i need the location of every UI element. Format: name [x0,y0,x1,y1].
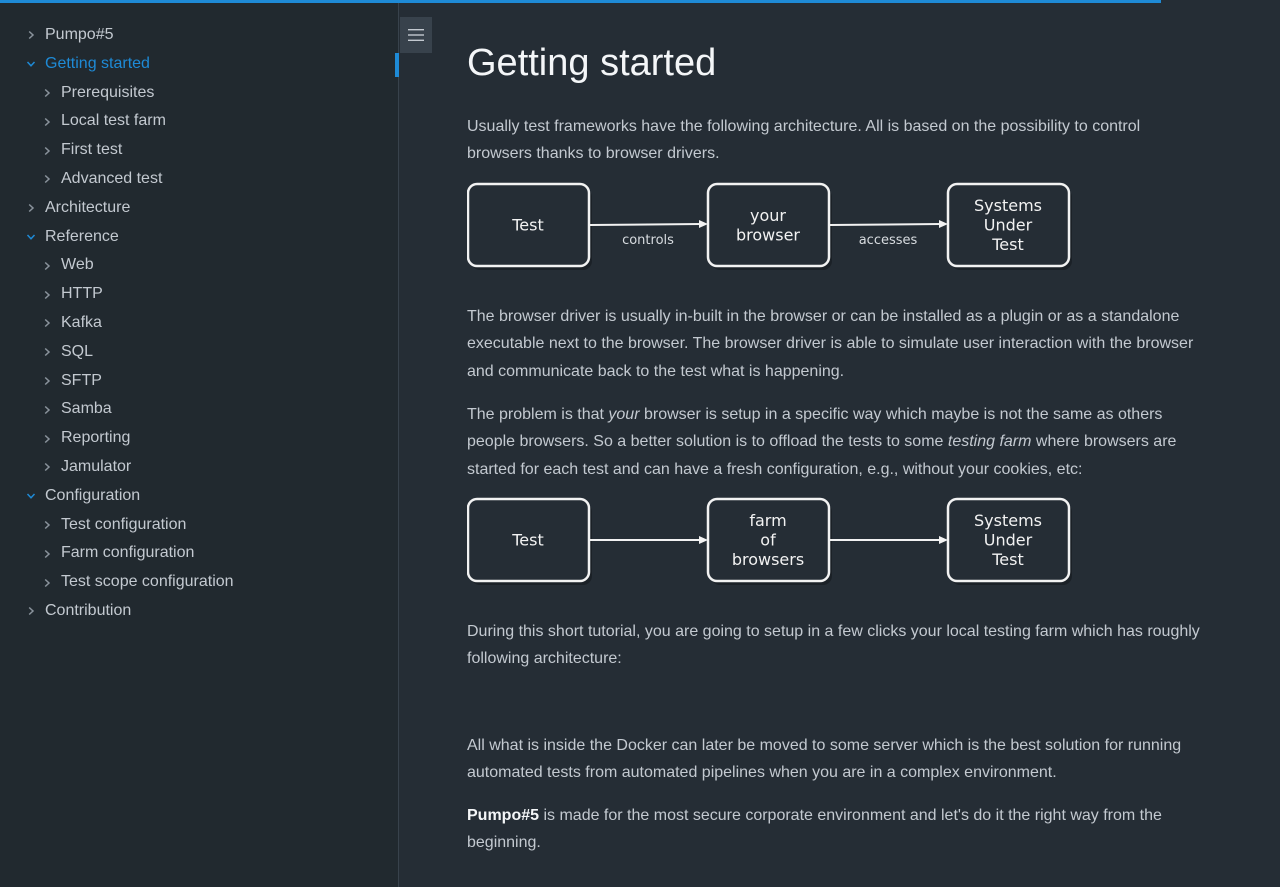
chevron-right-icon[interactable] [40,367,54,396]
chevron-right-icon[interactable] [40,338,54,367]
sidebar-item-pumpo-5[interactable]: Pumpo#5 [0,21,398,50]
diagram-box-label-systems-under-test: Under [984,531,1033,550]
chevron-right-icon[interactable] [40,511,54,540]
architecture-diagram-farm: Test farm of browsers Systems Under Test [467,496,1073,588]
sidebar-item-test-configuration[interactable]: Test configuration [0,511,398,540]
arrow-label-accesses: accesses [859,233,918,248]
sidebar-item-label: Jamulator [61,457,132,475]
arrow-label-controls: controls [622,233,674,248]
sidebar-item-label: SQL [61,342,94,360]
chevron-down-icon[interactable] [24,482,38,511]
sidebar-item-label: Test configuration [61,515,187,533]
sidebar-item-advanced-test[interactable]: Advanced test [0,165,398,194]
diagram-box-label-farm-of-browsers: of [760,531,776,550]
sidebar-item-label: Pumpo#5 [45,26,114,43]
sidebar-item-label: Local test farm [61,112,166,130]
diagram-box-label-browser: your [750,206,786,225]
chevron-right-icon[interactable] [24,597,38,626]
sidebar-item-label: Contribution [45,601,132,619]
tutorial-paragraph: During this short tutorial, you are goin… [467,623,1200,668]
problem-paragraph: The problem is that your browser is setu… [467,406,1177,478]
chevron-right-icon[interactable] [24,21,38,50]
active-item-marker [395,53,399,77]
docker-paragraph: All what is inside the Docker can later … [467,737,1182,782]
sidebar-item-label: First test [61,141,123,159]
architecture-diagram-browser: Test your browser Systems Under Test controls… [467,181,1073,273]
chevron-right-icon[interactable] [40,453,54,482]
chevron-right-icon[interactable] [40,424,54,453]
sidebar-item-architecture[interactable]: Architecture [0,194,398,223]
sidebar-item-local-test-farm[interactable]: Local test farm [0,107,398,136]
sidebar-item-prerequisites[interactable]: Prerequisites [0,79,398,108]
diagram-box-label-systems-under-test: Systems [974,196,1042,215]
diagram-box-label-systems-under-test: Test [991,550,1024,569]
chevron-right-icon[interactable] [40,136,54,165]
reading-progress-fill [0,0,1161,3]
sidebar-item-configuration[interactable]: Configuration [0,482,398,511]
sidebar-item-reporting[interactable]: Reporting [0,424,398,453]
sidebar-item-kafka[interactable]: Kafka [0,309,398,338]
sidebar-item-label: Getting started [45,54,150,72]
sidebar-item-first-test[interactable]: First test [0,136,398,165]
diagram-box-label-systems-under-test: Test [991,235,1024,254]
sidebar-item-reference[interactable]: Reference [0,223,398,252]
chevron-right-icon[interactable] [40,165,54,194]
sidebar-item-label: HTTP [61,285,103,303]
diagram-box-label-test: Test [511,531,544,550]
sidebar-item-label: Prerequisites [61,83,155,101]
chevron-right-icon[interactable] [40,395,54,424]
sidebar-item-test-scope-configuration[interactable]: Test scope configuration [0,568,398,597]
product-name: Pumpo#5 [467,807,540,824]
hamburger-icon [408,29,424,41]
sidebar-item-label: Samba [61,400,112,418]
chevron-right-icon[interactable] [40,539,54,568]
emphasis-your: your [608,406,640,423]
diagram-box-label-test: Test [511,216,544,235]
sidebar-item-label: Farm configuration [61,544,195,562]
diagram-box-label-farm-of-browsers: farm [749,511,786,530]
emphasis-testing-farm: testing farm [947,433,1032,451]
sidebar-item-label: Configuration [45,486,141,504]
sidebar-item-farm-configuration[interactable]: Farm configuration [0,539,398,568]
sidebar-item-label: Web [61,256,94,274]
chevron-right-icon[interactable] [24,194,38,223]
sidebar-item-label: Reporting [61,429,131,447]
sidebar-item-sql[interactable]: SQL [0,338,398,367]
pumpo-paragraph: Pumpo#5 is made for the most secure corp… [467,807,1162,852]
sidebar-item-label: SFTP [61,371,102,389]
sidebar-item-label: Test scope configuration [61,573,234,591]
sidebar-navigation: Pumpo#5 Getting started Prerequisites Local… [0,0,399,887]
diagram-box-label-farm-of-browsers: browsers [732,550,804,569]
diagram-box-label-systems-under-test: Under [984,216,1033,235]
reading-progress-bar [0,0,1280,3]
chevron-right-icon[interactable] [40,79,54,108]
menu-toggle-button[interactable] [400,17,432,53]
chevron-right-icon[interactable] [40,568,54,597]
chevron-down-icon[interactable] [24,50,38,79]
sidebar-item-samba[interactable]: Samba [0,395,398,424]
page-title: Getting started [467,42,717,84]
sidebar-item-web[interactable]: Web [0,251,398,280]
diagram-box-label-browser: browser [736,225,800,244]
sidebar-item-label: Architecture [45,198,131,216]
sidebar-item-contribution[interactable]: Contribution [0,597,398,626]
chevron-right-icon[interactable] [40,280,54,309]
diagram-box-label-systems-under-test: Systems [974,511,1042,530]
intro-paragraph: Usually test frameworks have the followi… [467,118,1141,163]
sidebar-item-getting-started[interactable]: Getting started [0,50,398,79]
chevron-right-icon[interactable] [40,107,54,136]
sidebar-item-jamulator[interactable]: Jamulator [0,453,398,482]
sidebar-item-sftp[interactable]: SFTP [0,367,398,396]
chevron-right-icon[interactable] [40,251,54,280]
browser-driver-paragraph: The browser driver is usually in-built i… [467,308,1194,380]
sidebar-item-label: Advanced test [61,169,163,187]
sidebar-item-label: Reference [45,227,119,245]
chevron-right-icon[interactable] [40,309,54,338]
sidebar-item-label: Kafka [61,313,102,331]
sidebar-item-http[interactable]: HTTP [0,280,398,309]
chevron-down-icon[interactable] [24,223,38,252]
